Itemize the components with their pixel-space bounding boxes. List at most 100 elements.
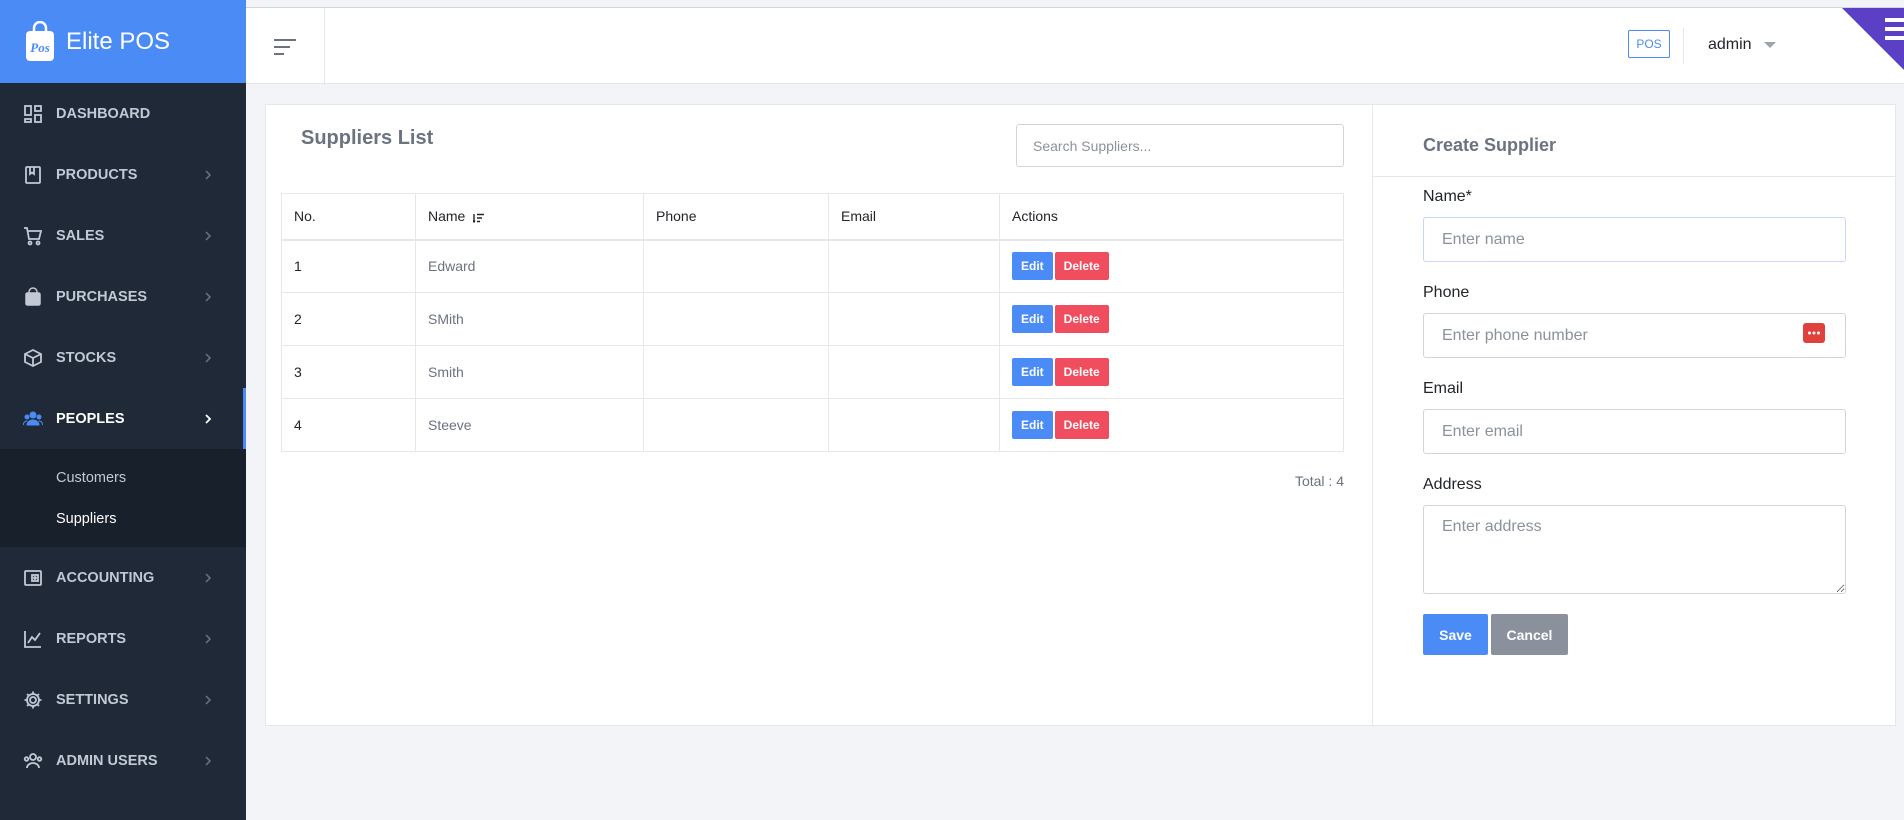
delete-button[interactable]: Delete bbox=[1054, 305, 1109, 333]
shopping-bag-logo-icon: Pos bbox=[26, 20, 54, 61]
address-label: Address bbox=[1423, 476, 1482, 493]
chevron-right-icon bbox=[205, 169, 212, 180]
sidebar-item-dashboard[interactable]: DASHBOARD bbox=[0, 83, 246, 144]
cell-no: 3 bbox=[281, 345, 416, 399]
svg-text:Pos: Pos bbox=[30, 40, 50, 55]
wallet-icon bbox=[22, 567, 44, 589]
table-row: 3 Smith Edit Delete bbox=[281, 345, 1344, 399]
bag-icon bbox=[22, 286, 44, 308]
column-header-phone[interactable]: Phone bbox=[643, 193, 829, 241]
submenu-item-suppliers[interactable]: Suppliers bbox=[0, 498, 246, 539]
table-row: 2 SMith Edit Delete bbox=[281, 292, 1344, 346]
sidebar-item-products[interactable]: PRODUCTS bbox=[0, 144, 246, 205]
sidebar-item-stocks[interactable]: STOCKS bbox=[0, 327, 246, 388]
chevron-right-icon bbox=[205, 755, 212, 766]
edit-button[interactable]: Edit bbox=[1012, 411, 1053, 439]
menu-toggle-button[interactable] bbox=[246, 8, 325, 85]
corner-toggle-icon[interactable] bbox=[1842, 8, 1904, 70]
cell-name: Steeve bbox=[415, 398, 644, 452]
sidebar-item-label: DASHBOARD bbox=[56, 105, 151, 122]
brand[interactable]: Pos Elite POS bbox=[0, 0, 246, 83]
caret-down-icon bbox=[1763, 42, 1776, 48]
sidebar-item-admin-users[interactable]: ADMIN USERS bbox=[0, 730, 246, 791]
chevron-right-icon bbox=[205, 633, 212, 644]
chart-line-icon bbox=[22, 628, 44, 650]
cell-actions: Edit Delete bbox=[999, 239, 1344, 293]
name-field[interactable] bbox=[1423, 217, 1846, 262]
admin-users-icon bbox=[22, 750, 44, 772]
cell-phone bbox=[643, 345, 829, 399]
sidebar-item-label: SALES bbox=[56, 227, 105, 244]
peoples-submenu: Customers Suppliers bbox=[0, 449, 246, 547]
phone-label: Phone bbox=[1423, 284, 1470, 301]
sidebar-item-label: REPORTS bbox=[56, 630, 127, 647]
chevron-right-icon bbox=[205, 694, 212, 705]
table-row: 1 Edward Edit Delete bbox=[281, 239, 1344, 293]
delete-button[interactable]: Delete bbox=[1054, 358, 1109, 386]
password-manager-icon[interactable] bbox=[1803, 323, 1825, 343]
user-menu[interactable]: admin bbox=[1708, 36, 1776, 54]
sidebar-item-peoples[interactable]: PEOPLES bbox=[0, 388, 246, 449]
cell-no: 1 bbox=[281, 239, 416, 293]
column-header-label: Name bbox=[428, 208, 466, 225]
cell-actions: Edit Delete bbox=[999, 398, 1344, 452]
sidebar-item-settings[interactable]: SETTINGS bbox=[0, 669, 246, 730]
address-field[interactable] bbox=[1423, 505, 1846, 594]
edit-button[interactable]: Edit bbox=[1012, 305, 1053, 333]
total-count: Total : 4 bbox=[1294, 473, 1344, 489]
cell-name: Smith bbox=[415, 345, 644, 399]
delete-button[interactable]: Delete bbox=[1054, 411, 1109, 439]
user-name: admin bbox=[1708, 36, 1752, 53]
pos-button[interactable]: POS bbox=[1628, 30, 1670, 58]
divider bbox=[1373, 176, 1895, 177]
submenu-item-customers[interactable]: Customers bbox=[0, 457, 246, 498]
active-indicator bbox=[243, 388, 246, 449]
delete-button[interactable]: Delete bbox=[1054, 252, 1109, 281]
sidebar-item-sales[interactable]: SALES bbox=[0, 205, 246, 266]
email-field[interactable] bbox=[1423, 409, 1846, 454]
cell-actions: Edit Delete bbox=[999, 345, 1344, 399]
save-button[interactable]: Save bbox=[1423, 614, 1488, 655]
edit-button[interactable]: Edit bbox=[1012, 358, 1053, 386]
sidebar-item-label: SETTINGS bbox=[56, 691, 129, 708]
chevron-right-icon bbox=[205, 352, 212, 363]
cell-email bbox=[828, 345, 1000, 399]
email-label: Email bbox=[1423, 380, 1464, 397]
name-label: Name* bbox=[1423, 188, 1472, 205]
phone-field[interactable] bbox=[1423, 313, 1846, 358]
chevron-right-icon bbox=[205, 413, 212, 424]
form-title: Create Supplier bbox=[1423, 135, 1557, 155]
column-header-actions: Actions bbox=[999, 193, 1344, 241]
people-icon bbox=[22, 408, 44, 430]
edit-button[interactable]: Edit bbox=[1012, 252, 1053, 281]
cell-phone bbox=[643, 292, 829, 346]
sidebar-item-reports[interactable]: REPORTS bbox=[0, 608, 246, 669]
chevron-right-icon bbox=[205, 230, 212, 241]
sidebar-nav: DASHBOARD PRODUCTS SALES PURCHASES STOCK… bbox=[0, 83, 246, 449]
cell-name: Edward bbox=[415, 239, 644, 293]
hamburger-icon bbox=[274, 38, 296, 55]
book-icon bbox=[22, 164, 44, 186]
cell-email bbox=[828, 239, 1000, 293]
cube-icon bbox=[22, 347, 44, 369]
table-header-row: No. Name Phone Email Actions bbox=[281, 193, 1344, 241]
table-row: 4 Steeve Edit Delete bbox=[281, 398, 1344, 452]
cart-icon bbox=[22, 225, 44, 247]
sidebar-item-purchases[interactable]: PURCHASES bbox=[0, 266, 246, 327]
column-header-email[interactable]: Email bbox=[828, 193, 1000, 241]
sidebar-item-label: PURCHASES bbox=[56, 288, 148, 305]
cell-email bbox=[828, 292, 1000, 346]
cancel-button[interactable]: Cancel bbox=[1491, 614, 1568, 655]
sidebar-item-label: ACCOUNTING bbox=[56, 569, 155, 586]
sidebar-nav-lower: ACCOUNTING REPORTS SETTINGS ADMIN USERS bbox=[0, 547, 246, 791]
sidebar-item-accounting[interactable]: ACCOUNTING bbox=[0, 547, 246, 608]
cell-actions: Edit Delete bbox=[999, 292, 1344, 346]
column-header-no[interactable]: No. bbox=[281, 193, 416, 241]
column-header-name[interactable]: Name bbox=[415, 193, 644, 241]
sort-icon[interactable] bbox=[473, 213, 485, 223]
topbar: POS admin bbox=[246, 7, 1904, 85]
search-input[interactable] bbox=[1016, 124, 1344, 167]
chevron-right-icon bbox=[205, 572, 212, 583]
cell-no: 2 bbox=[281, 292, 416, 346]
page-title: Suppliers List bbox=[301, 127, 434, 149]
